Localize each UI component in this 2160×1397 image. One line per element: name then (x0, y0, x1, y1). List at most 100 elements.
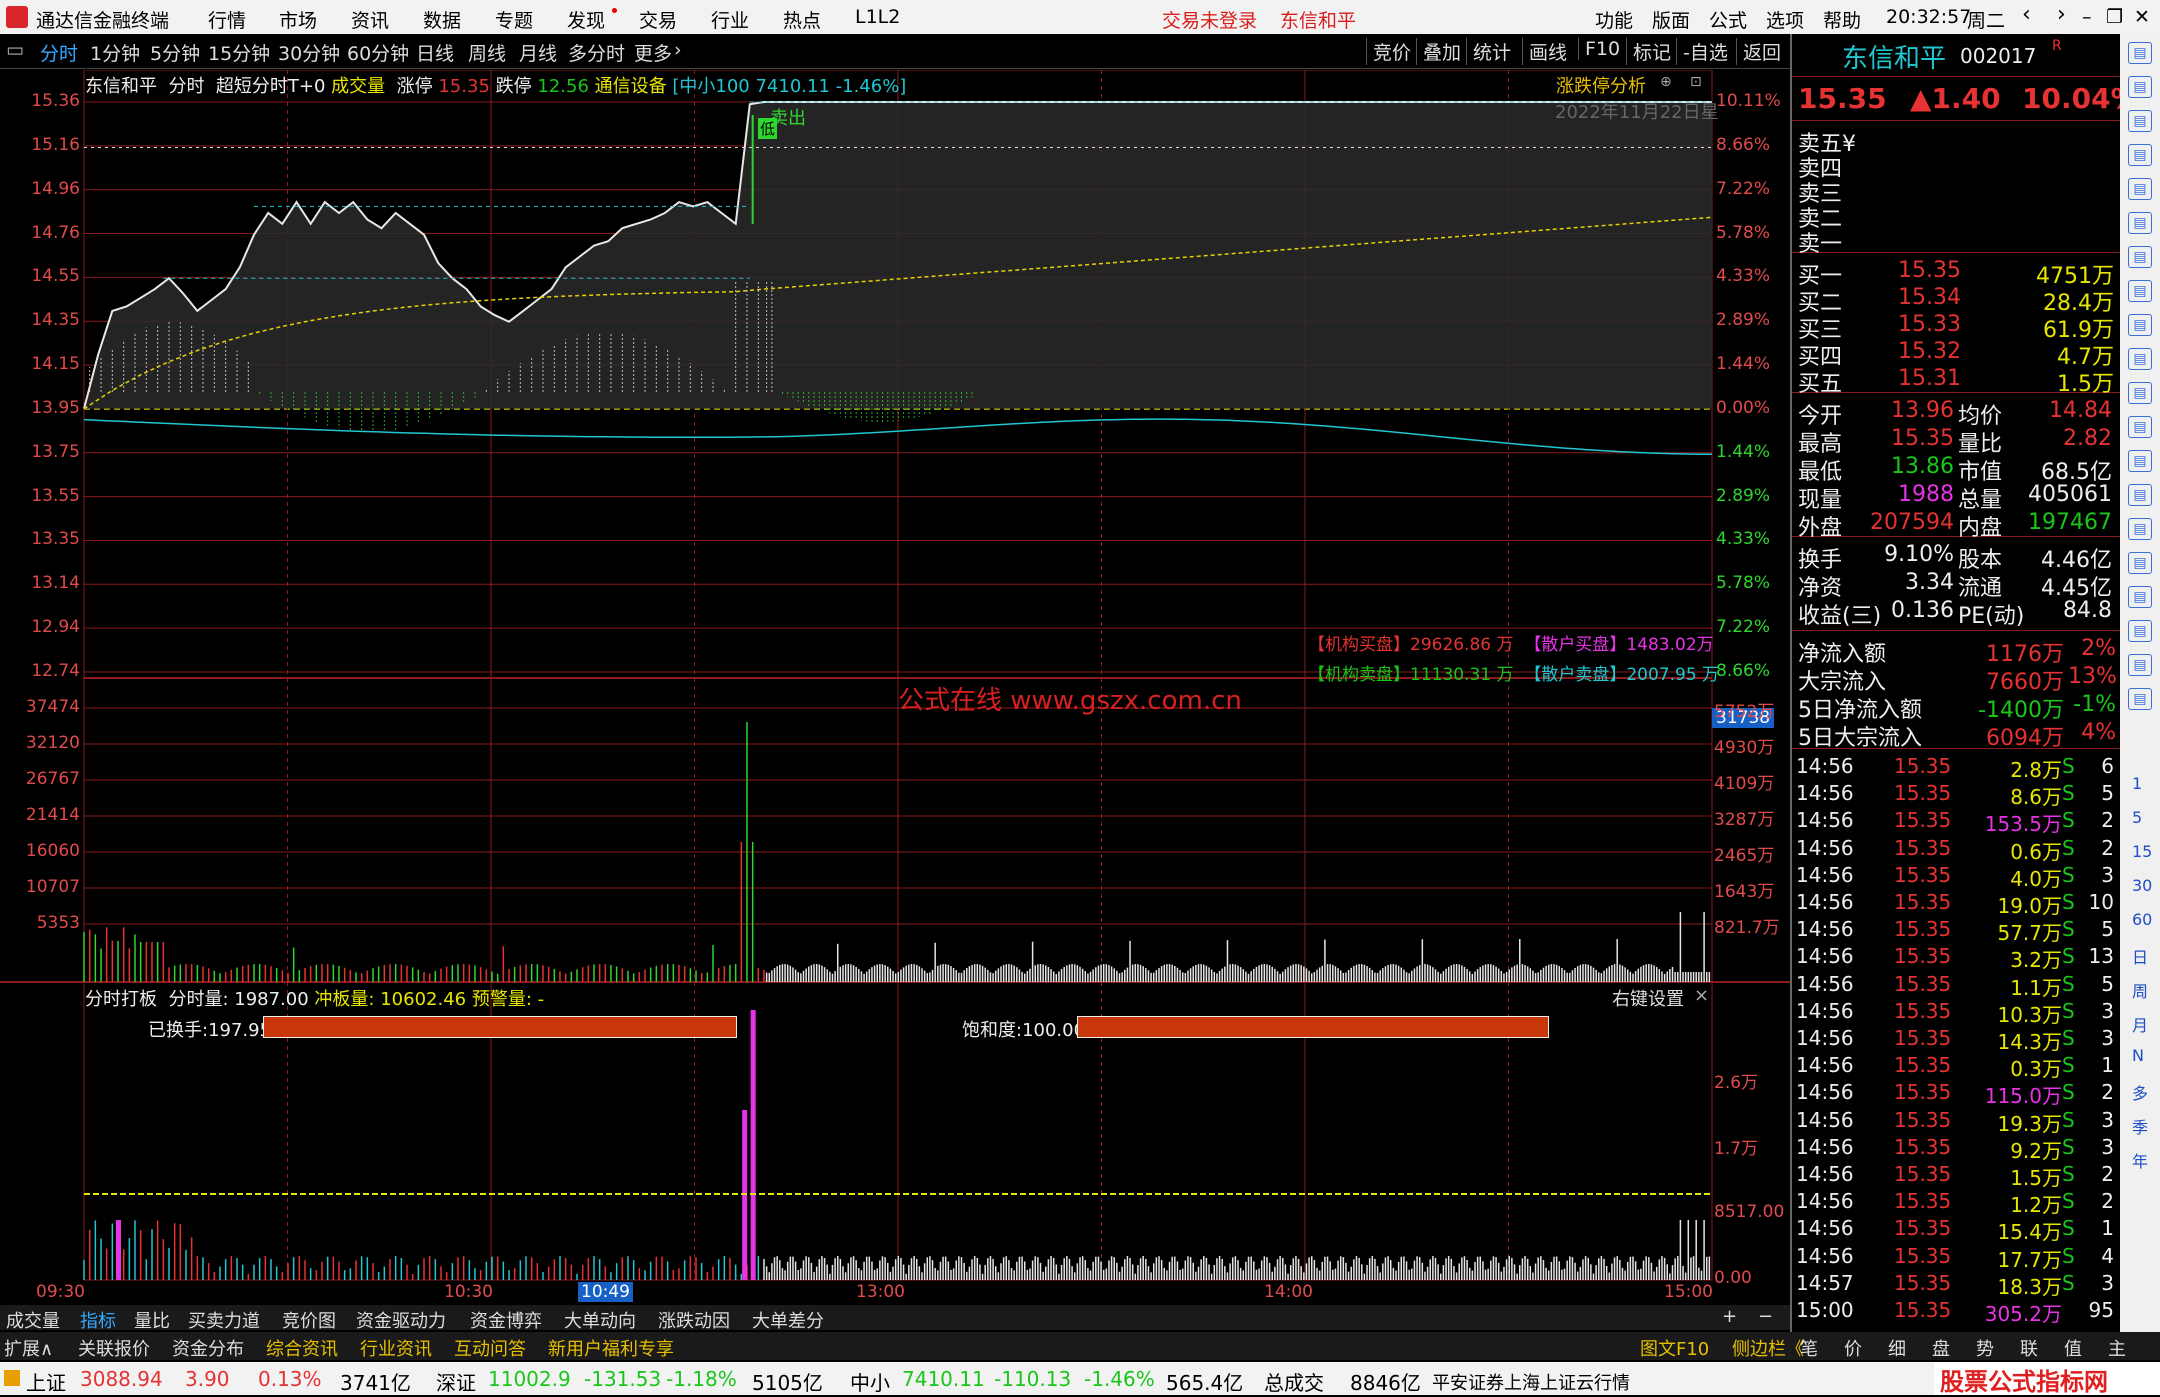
tool-tongji[interactable]: 统计 (1466, 38, 1511, 65)
tab-month[interactable]: 月线 (519, 39, 557, 66)
sub-settings[interactable]: 右键设置 (1612, 985, 1684, 1011)
ext-tab[interactable]: 主 (2108, 1335, 2126, 1361)
menu-gongshi[interactable]: 公式 (1709, 6, 1747, 33)
period-shortcut[interactable]: 多 (2132, 1080, 2148, 1104)
indicator-tab[interactable]: 买卖力道 (188, 1307, 260, 1333)
tool-icon[interactable]: ▤ (2128, 518, 2152, 540)
tool-icon[interactable]: ▤ (2128, 280, 2152, 302)
period-shortcut[interactable]: 5 (2132, 808, 2142, 827)
tab-fenshi[interactable]: 分时 (40, 39, 78, 66)
tool-f10[interactable]: F10 (1578, 38, 1620, 60)
indicator-tab[interactable]: 量比 (134, 1307, 170, 1333)
tool-icon[interactable]: ▤ (2128, 178, 2152, 200)
ext-tab[interactable]: 资金分布 (172, 1335, 244, 1361)
tool-icon[interactable]: ▤ (2128, 144, 2152, 166)
tool-icon[interactable]: ▤ (2128, 382, 2152, 404)
menu-redian[interactable]: 热点 (783, 6, 821, 33)
tab-1min[interactable]: 1分钟 (90, 39, 140, 66)
zoom-in-button[interactable]: + (1722, 1306, 1737, 1327)
period-shortcut[interactable]: 30 (2132, 876, 2152, 895)
tab-day[interactable]: 日线 (416, 39, 454, 66)
menu-shichang[interactable]: 市场 (279, 6, 317, 33)
close-icon[interactable]: ✕ (2134, 6, 2150, 28)
menu-xuanxiang[interactable]: 选项 (1766, 6, 1804, 33)
tool-biaoji[interactable]: 标记 (1626, 38, 1671, 65)
menu-banmian[interactable]: 版面 (1652, 6, 1690, 33)
tool-icon[interactable]: ▤ (2128, 450, 2152, 472)
config-icon[interactable]: ⊡ (1690, 74, 1702, 90)
ext-tab[interactable]: 新用户福利专享 (548, 1335, 674, 1361)
indicator-tab[interactable]: 大单差分 (752, 1307, 824, 1333)
period-shortcut[interactable]: 年 (2132, 1148, 2148, 1172)
tool-icon[interactable]: ▤ (2128, 688, 2152, 710)
ext-tab[interactable]: 综合资讯 (266, 1335, 338, 1361)
ext-tab[interactable]: 行业资讯 (360, 1335, 432, 1361)
ext-tab[interactable]: 细 (1888, 1335, 1906, 1361)
tab-more[interactable]: 更多 (634, 39, 672, 66)
ext-tab[interactable]: 势 (1976, 1335, 1994, 1361)
menu-jiaoyi[interactable]: 交易 (639, 6, 677, 33)
tab-60min[interactable]: 60分钟 (347, 39, 409, 66)
tab-30min[interactable]: 30分钟 (278, 39, 340, 66)
chart-canvas[interactable] (0, 70, 1790, 1305)
indicator-tab[interactable]: 资金驱动力 (356, 1307, 446, 1333)
tab-multi[interactable]: 多分时 (568, 39, 625, 66)
ext-tab[interactable]: 价 (1844, 1335, 1862, 1361)
tool-icon[interactable]: ▤ (2128, 654, 2152, 676)
sector-label[interactable]: 通信设备 (595, 76, 667, 97)
tool-diejia[interactable]: 叠加 (1416, 38, 1461, 65)
restore-icon[interactable]: ❐ (2106, 6, 2123, 28)
tool-icon[interactable]: ▤ (2128, 212, 2152, 234)
tool-icon[interactable]: ▤ (2128, 110, 2152, 132)
tool-icon[interactable]: ▤ (2128, 42, 2152, 64)
tab-week[interactable]: 周线 (468, 39, 506, 66)
limit-analysis-link[interactable]: 涨跌停分析 (1556, 72, 1646, 98)
menu-shuju[interactable]: 数据 (423, 6, 461, 33)
sz-label[interactable]: 深证 (436, 1367, 476, 1396)
period-shortcut[interactable]: 季 (2132, 1114, 2148, 1138)
ext-tab[interactable]: 笔 (1800, 1335, 1818, 1361)
tab-15min[interactable]: 15分钟 (208, 39, 270, 66)
tool-icon[interactable]: ▤ (2128, 586, 2152, 608)
period-shortcut[interactable]: 日 (2132, 944, 2148, 968)
forward-arrow-icon[interactable]: › (2057, 2, 2066, 27)
indicator-tab[interactable]: 竞价图 (282, 1307, 336, 1333)
tab-5min[interactable]: 5分钟 (150, 39, 200, 66)
tool-icon[interactable]: ▤ (2128, 348, 2152, 370)
period-shortcut[interactable]: 1 (2132, 774, 2142, 793)
market-icon[interactable] (4, 1370, 20, 1386)
ext-tab[interactable]: 联 (2020, 1335, 2038, 1361)
tool-icon[interactable]: ▤ (2128, 620, 2152, 642)
ext-tab[interactable]: 扩展∧ (4, 1335, 53, 1361)
menu-hangqing[interactable]: 行情 (208, 6, 246, 33)
back-arrow-icon[interactable]: ‹ (2022, 2, 2031, 27)
zx-label[interactable]: 中小 (850, 1367, 890, 1396)
indicator-tab[interactable]: 成交量 (6, 1307, 60, 1333)
add-icon[interactable]: ⊕ (1660, 74, 1672, 90)
menu-zixun[interactable]: 资讯 (351, 6, 389, 33)
indicator-tab[interactable]: 大单动向 (564, 1307, 636, 1333)
ext-tab[interactable]: 关联报价 (78, 1335, 150, 1361)
ext-tab[interactable]: 侧边栏《 (1732, 1335, 1804, 1361)
tool-icon[interactable]: ▤ (2128, 484, 2152, 506)
menu-gongneng[interactable]: 功能 (1595, 6, 1633, 33)
indicator-tab[interactable]: 指标 (80, 1307, 116, 1333)
menu-zhuanti[interactable]: 专题 (495, 6, 533, 33)
ext-tab[interactable]: 值 (2064, 1335, 2082, 1361)
tool-zixuan[interactable]: -自选 (1676, 38, 1728, 65)
menu-bangzhu[interactable]: 帮助 (1823, 6, 1861, 33)
period-shortcut[interactable]: N (2132, 1046, 2144, 1065)
menu-hangye[interactable]: 行业 (711, 6, 749, 33)
tool-fanhui[interactable]: 返回 (1736, 38, 1781, 65)
ext-tab[interactable]: 互动问答 (454, 1335, 526, 1361)
chevron-right-icon[interactable]: › (674, 39, 682, 61)
menu-l1l2[interactable]: L1L2 (855, 6, 900, 28)
period-shortcut[interactable]: 月 (2132, 1012, 2148, 1036)
tool-icon[interactable]: ▤ (2128, 246, 2152, 268)
menu-faxian[interactable]: 发现 (567, 6, 605, 33)
period-shortcut[interactable]: 周 (2132, 978, 2148, 1002)
period-shortcut[interactable]: 15 (2132, 842, 2152, 861)
tool-icon[interactable]: ▤ (2128, 552, 2152, 574)
ext-tab[interactable]: 盘 (1932, 1335, 1950, 1361)
tool-icon[interactable]: ▤ (2128, 416, 2152, 438)
